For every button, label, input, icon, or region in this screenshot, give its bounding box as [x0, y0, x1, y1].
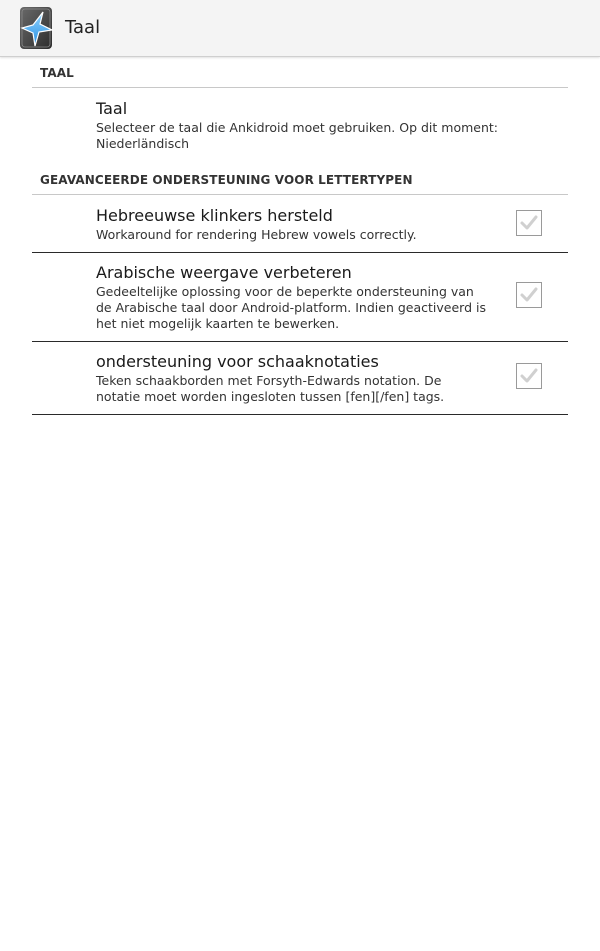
pref-text: Arabische weergave verbeteren Gedeelteli…	[96, 263, 488, 332]
ankidroid-app-icon[interactable]	[19, 6, 55, 50]
page-title: Taal	[65, 17, 101, 38]
checkmark-icon	[520, 215, 538, 230]
pref-title: Arabische weergave verbeteren	[96, 263, 352, 282]
action-bar: Taal	[0, 0, 600, 57]
pref-summary: Workaround for rendering Hebrew vowels c…	[96, 227, 417, 242]
pref-summary: Selecteer de taal die Ankidroid moet geb…	[96, 120, 498, 151]
pref-item-hebrew-vowels[interactable]: Hebreeuwse klinkers hersteld Workaround …	[32, 195, 568, 253]
preference-list: TAAL Taal Selecteer de taal die Ankidroi…	[32, 57, 568, 415]
hebrew-vowels-checkbox[interactable]	[516, 210, 542, 236]
category-label: GEAVANCEERDE ONDERSTEUNING VOOR LETTERTY…	[40, 173, 413, 187]
pref-summary: Gedeeltelijke oplossing voor de beperkte…	[96, 284, 486, 331]
checkmark-icon	[520, 287, 538, 302]
pref-item-language[interactable]: Taal Selecteer de taal die Ankidroid moe…	[32, 88, 568, 164]
chess-notation-checkbox[interactable]	[516, 363, 542, 389]
pref-item-arabic-display[interactable]: Arabische weergave verbeteren Gedeelteli…	[32, 253, 568, 342]
pref-summary: Teken schaakborden met Forsyth-Edwards n…	[96, 373, 445, 404]
checkmark-icon	[520, 368, 538, 383]
pref-title: Hebreeuwse klinkers hersteld	[96, 206, 333, 225]
pref-title: Taal	[96, 99, 128, 118]
settings-screen: Taal TAAL Taal Selecteer de taal die Ank…	[0, 0, 600, 951]
category-header-fonts: GEAVANCEERDE ONDERSTEUNING VOOR LETTERTY…	[32, 164, 568, 195]
pref-text: ondersteuning voor schaaknotaties Teken …	[96, 352, 488, 405]
pref-text: Hebreeuwse klinkers hersteld Workaround …	[96, 206, 488, 243]
pref-text: Taal Selecteer de taal die Ankidroid moe…	[96, 99, 508, 152]
arabic-display-checkbox[interactable]	[516, 282, 542, 308]
category-label: TAAL	[40, 66, 74, 80]
category-header-taal: TAAL	[32, 57, 568, 88]
pref-title: ondersteuning voor schaaknotaties	[96, 352, 379, 371]
pref-item-chess-notation[interactable]: ondersteuning voor schaaknotaties Teken …	[32, 342, 568, 415]
